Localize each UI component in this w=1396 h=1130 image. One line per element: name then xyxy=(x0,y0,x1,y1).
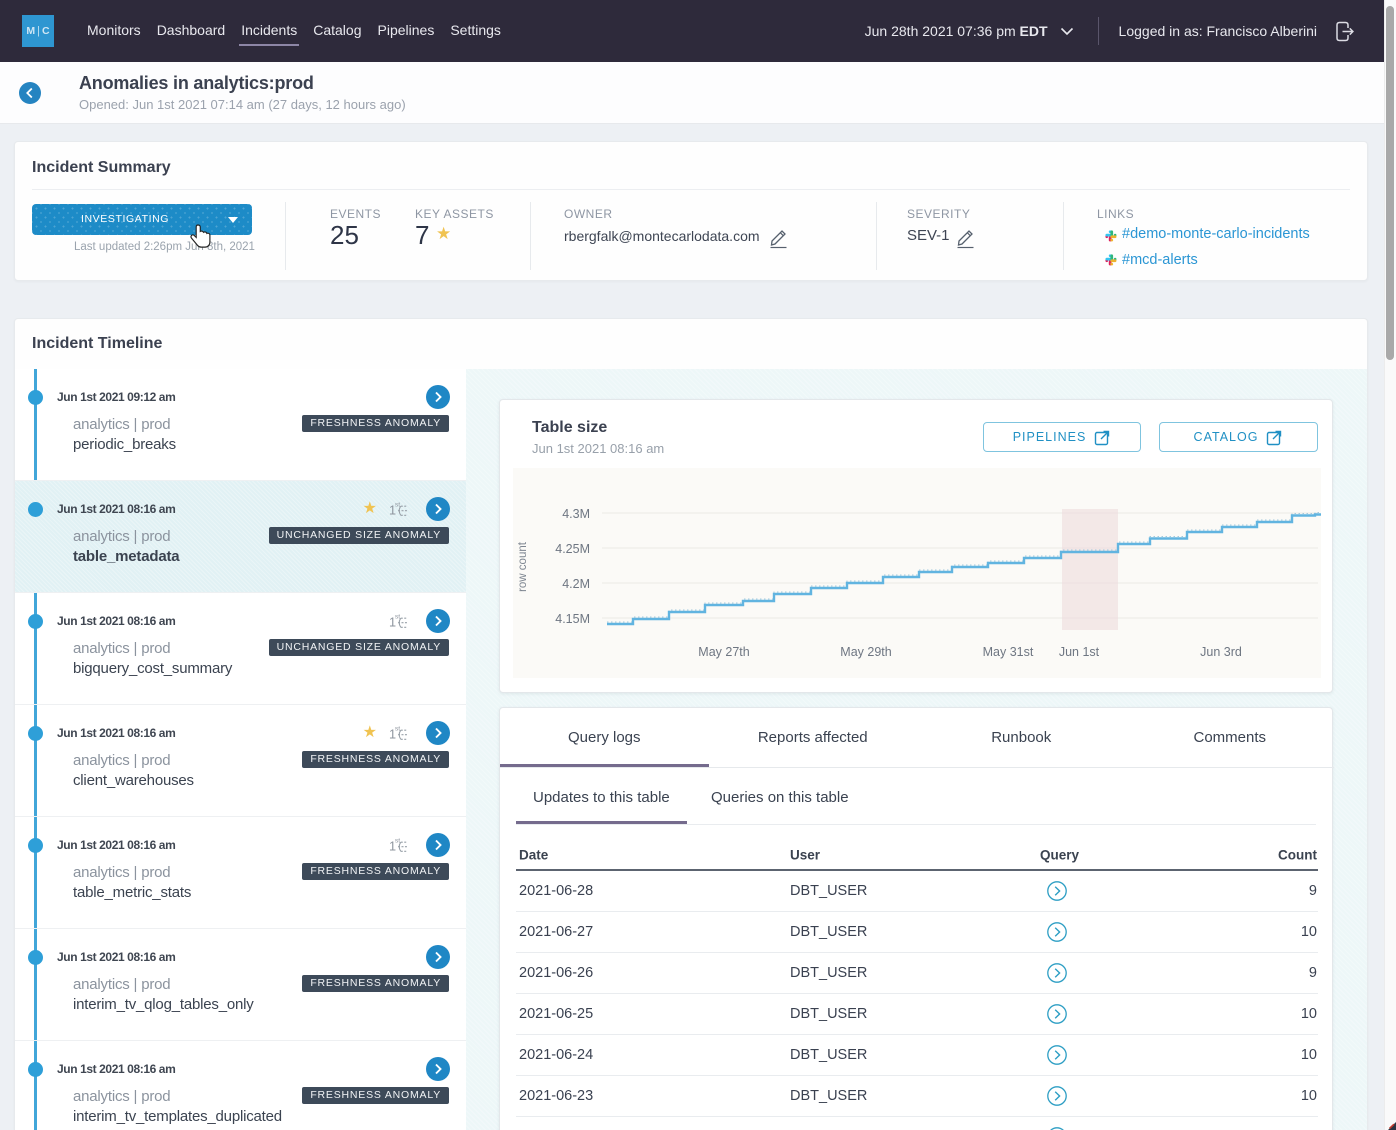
svg-text:4.25M: 4.25M xyxy=(555,542,590,556)
svg-text:May 27th: May 27th xyxy=(698,645,749,659)
svg-text:May 29th: May 29th xyxy=(840,645,891,659)
svg-text:4.3M: 4.3M xyxy=(562,507,590,521)
svg-text:4.2M: 4.2M xyxy=(562,577,590,591)
svg-text:row count: row count xyxy=(517,541,529,592)
svg-text:Jun 3rd: Jun 3rd xyxy=(1200,645,1242,659)
svg-text:May 31st: May 31st xyxy=(983,645,1034,659)
svg-text:4.15M: 4.15M xyxy=(555,612,590,626)
svg-text:Jun 1st: Jun 1st xyxy=(1059,645,1100,659)
